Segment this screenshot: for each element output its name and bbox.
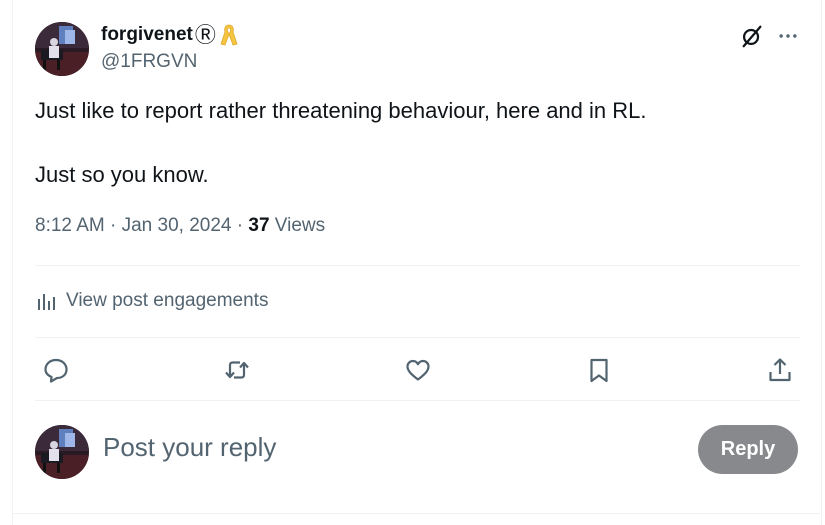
bar-chart-icon (38, 294, 55, 310)
yellow-ribbon-icon (220, 24, 238, 46)
post-paragraph: Just so you know. (35, 162, 209, 187)
post-paragraph: Just like to report rather threatening b… (35, 98, 647, 123)
meta-separator: · (231, 215, 249, 236)
meta-separator: · (104, 215, 122, 236)
divider (12, 513, 822, 514)
views-count: 37 (248, 215, 270, 236)
reply-action-button[interactable] (39, 353, 73, 387)
repost-action-button[interactable] (220, 353, 254, 387)
like-icon (406, 359, 430, 381)
divider (35, 337, 800, 338)
like-action-button[interactable] (401, 353, 435, 387)
view-engagements-label: View post engagements (66, 290, 269, 311)
divider (35, 400, 800, 401)
post-meta: 8:12 AM · Jan 30, 2024 · 37 Views (35, 215, 325, 237)
reply-icon (44, 358, 68, 383)
grok-button[interactable] (738, 22, 766, 50)
current-user-avatar[interactable] (35, 425, 89, 479)
post-time[interactable]: 8:12 AM (35, 215, 105, 237)
views-label: Views (269, 215, 326, 236)
bookmark-icon (590, 358, 608, 383)
grok-icon (742, 25, 762, 48)
view-engagements-link[interactable]: View post engagements (35, 288, 268, 314)
share-icon (769, 358, 791, 382)
bookmark-action-button[interactable] (582, 353, 616, 387)
author-name-row[interactable]: forgivenet Ⓡ (101, 22, 239, 48)
more-dots-icon (779, 34, 797, 38)
divider (35, 265, 800, 266)
registered-mark: Ⓡ (194, 23, 216, 47)
avatar-image (35, 425, 89, 479)
author-avatar[interactable] (35, 22, 89, 76)
author-display-name[interactable]: forgivenet (101, 24, 193, 46)
avatar-image (35, 22, 89, 76)
reply-input[interactable]: Post your reply (103, 432, 663, 463)
repost-icon (225, 361, 249, 379)
author-handle[interactable]: @1FRGVN (101, 51, 197, 73)
reply-button[interactable]: Reply (698, 425, 798, 474)
more-options-button[interactable] (774, 22, 802, 50)
post-text: Just like to report rather threatening b… (35, 96, 795, 190)
share-action-button[interactable] (763, 353, 797, 387)
post-date[interactable]: Jan 30, 2024 (122, 215, 232, 237)
